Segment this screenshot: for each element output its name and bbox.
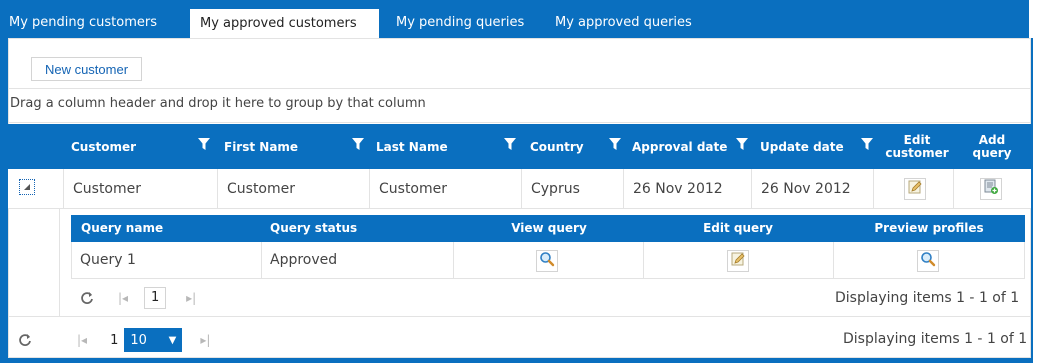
column-header-approval-date[interactable]: Approval date (632, 124, 740, 169)
column-divider (833, 242, 834, 279)
detail-pager-status: Displaying items 1 - 1 of 1 (835, 290, 1020, 306)
column-header-edit-query: Edit query (703, 221, 773, 235)
grid-pager-status: Displaying items 1 - 1 of 1 (843, 331, 1028, 347)
group-by-hint: Drag a column header and drop it here to… (8, 88, 1031, 123)
column-header-edit-customer: Edit customer (882, 124, 952, 169)
cell-approval-date: 26 Nov 2012 (623, 169, 751, 209)
filter-icon[interactable] (504, 138, 516, 152)
edit-customer-header-line1: Edit (903, 132, 931, 147)
new-customer-button[interactable]: New customer (31, 57, 142, 81)
add-query-header-line1: Add (978, 132, 1006, 147)
tab-pending-queries[interactable]: My pending queries (387, 9, 537, 38)
page-size-select[interactable]: 10 ▼ (124, 328, 183, 352)
current-page[interactable]: 1 (110, 333, 118, 348)
column-header-preview-profiles: Preview profiles (874, 221, 984, 235)
refresh-icon[interactable] (80, 291, 96, 305)
tab-bar: My pending customers My approved custome… (0, 0, 1029, 38)
tab-approved-customers[interactable]: My approved customers (190, 9, 379, 38)
column-header-update-date[interactable]: Update date (760, 124, 860, 169)
refresh-icon[interactable] (18, 333, 34, 347)
column-header-view-query: View query (511, 221, 587, 235)
tab-pending-customers[interactable]: My pending customers (0, 9, 188, 38)
column-header-query-status[interactable]: Query status (270, 215, 450, 242)
detail-grid-header: Query name Query status View query Edit … (71, 215, 1025, 242)
column-header-query-name[interactable]: Query name (81, 215, 261, 242)
filter-icon[interactable] (198, 138, 210, 152)
view-query-button[interactable] (536, 250, 558, 272)
column-header-first-name[interactable]: First Name (224, 124, 344, 169)
first-page-icon[interactable]: |◂ (118, 291, 128, 305)
grid-header: Customer First Name Last Name Country Ap… (8, 124, 1031, 169)
filter-icon[interactable] (861, 138, 873, 152)
cell-update-date: 26 Nov 2012 (751, 169, 873, 209)
magnifier-icon (539, 251, 555, 271)
filter-icon[interactable] (736, 138, 748, 152)
edit-pencil-icon (730, 251, 746, 271)
magnifier-icon (920, 251, 936, 271)
cell-last-name: Customer (369, 169, 521, 209)
expand-row-toggle[interactable] (19, 179, 35, 195)
filter-icon[interactable] (352, 138, 364, 152)
chevron-down-icon: ▼ (168, 334, 177, 346)
cell-first-name: Customer (217, 169, 369, 209)
detail-pager: |◂ 1 ▸| (80, 287, 196, 309)
column-divider (643, 242, 644, 279)
column-header-add-query: Add query (962, 124, 1022, 169)
edit-pencil-icon (907, 179, 923, 199)
add-query-icon (983, 179, 999, 199)
column-divider (453, 242, 454, 279)
cell-query-name: Query 1 (80, 252, 136, 268)
last-page-icon[interactable]: ▸| (186, 291, 196, 305)
cell-query-status: Approved (270, 252, 338, 268)
column-header-country[interactable]: Country (530, 124, 610, 169)
page-size-value: 10 (130, 332, 147, 348)
edit-customer-button[interactable] (904, 178, 926, 200)
collapse-arrow-icon (23, 180, 31, 195)
filter-icon[interactable] (609, 138, 621, 152)
add-query-header-line2: query (972, 145, 1012, 160)
column-header-last-name[interactable]: Last Name (376, 124, 506, 169)
preview-profiles-button[interactable] (917, 250, 939, 272)
add-query-button[interactable] (980, 178, 1002, 200)
tabstrip: My pending customers My approved custome… (0, 0, 1038, 38)
column-header-customer[interactable]: Customer (71, 124, 191, 169)
last-page-icon[interactable]: ▸| (200, 333, 210, 347)
edit-query-button[interactable] (727, 250, 749, 272)
edit-customer-header-line2: customer (885, 145, 949, 160)
cell-country: Cyprus (521, 169, 623, 209)
first-page-icon[interactable]: |◂ (77, 333, 87, 347)
current-page[interactable]: 1 (144, 287, 167, 309)
tab-approved-queries[interactable]: My approved queries (546, 9, 706, 38)
hierarchy-divider (59, 209, 60, 317)
cell-customer: Customer (63, 169, 217, 209)
grid-pager: |◂ 1 10 ▼ ▸| (18, 328, 210, 352)
